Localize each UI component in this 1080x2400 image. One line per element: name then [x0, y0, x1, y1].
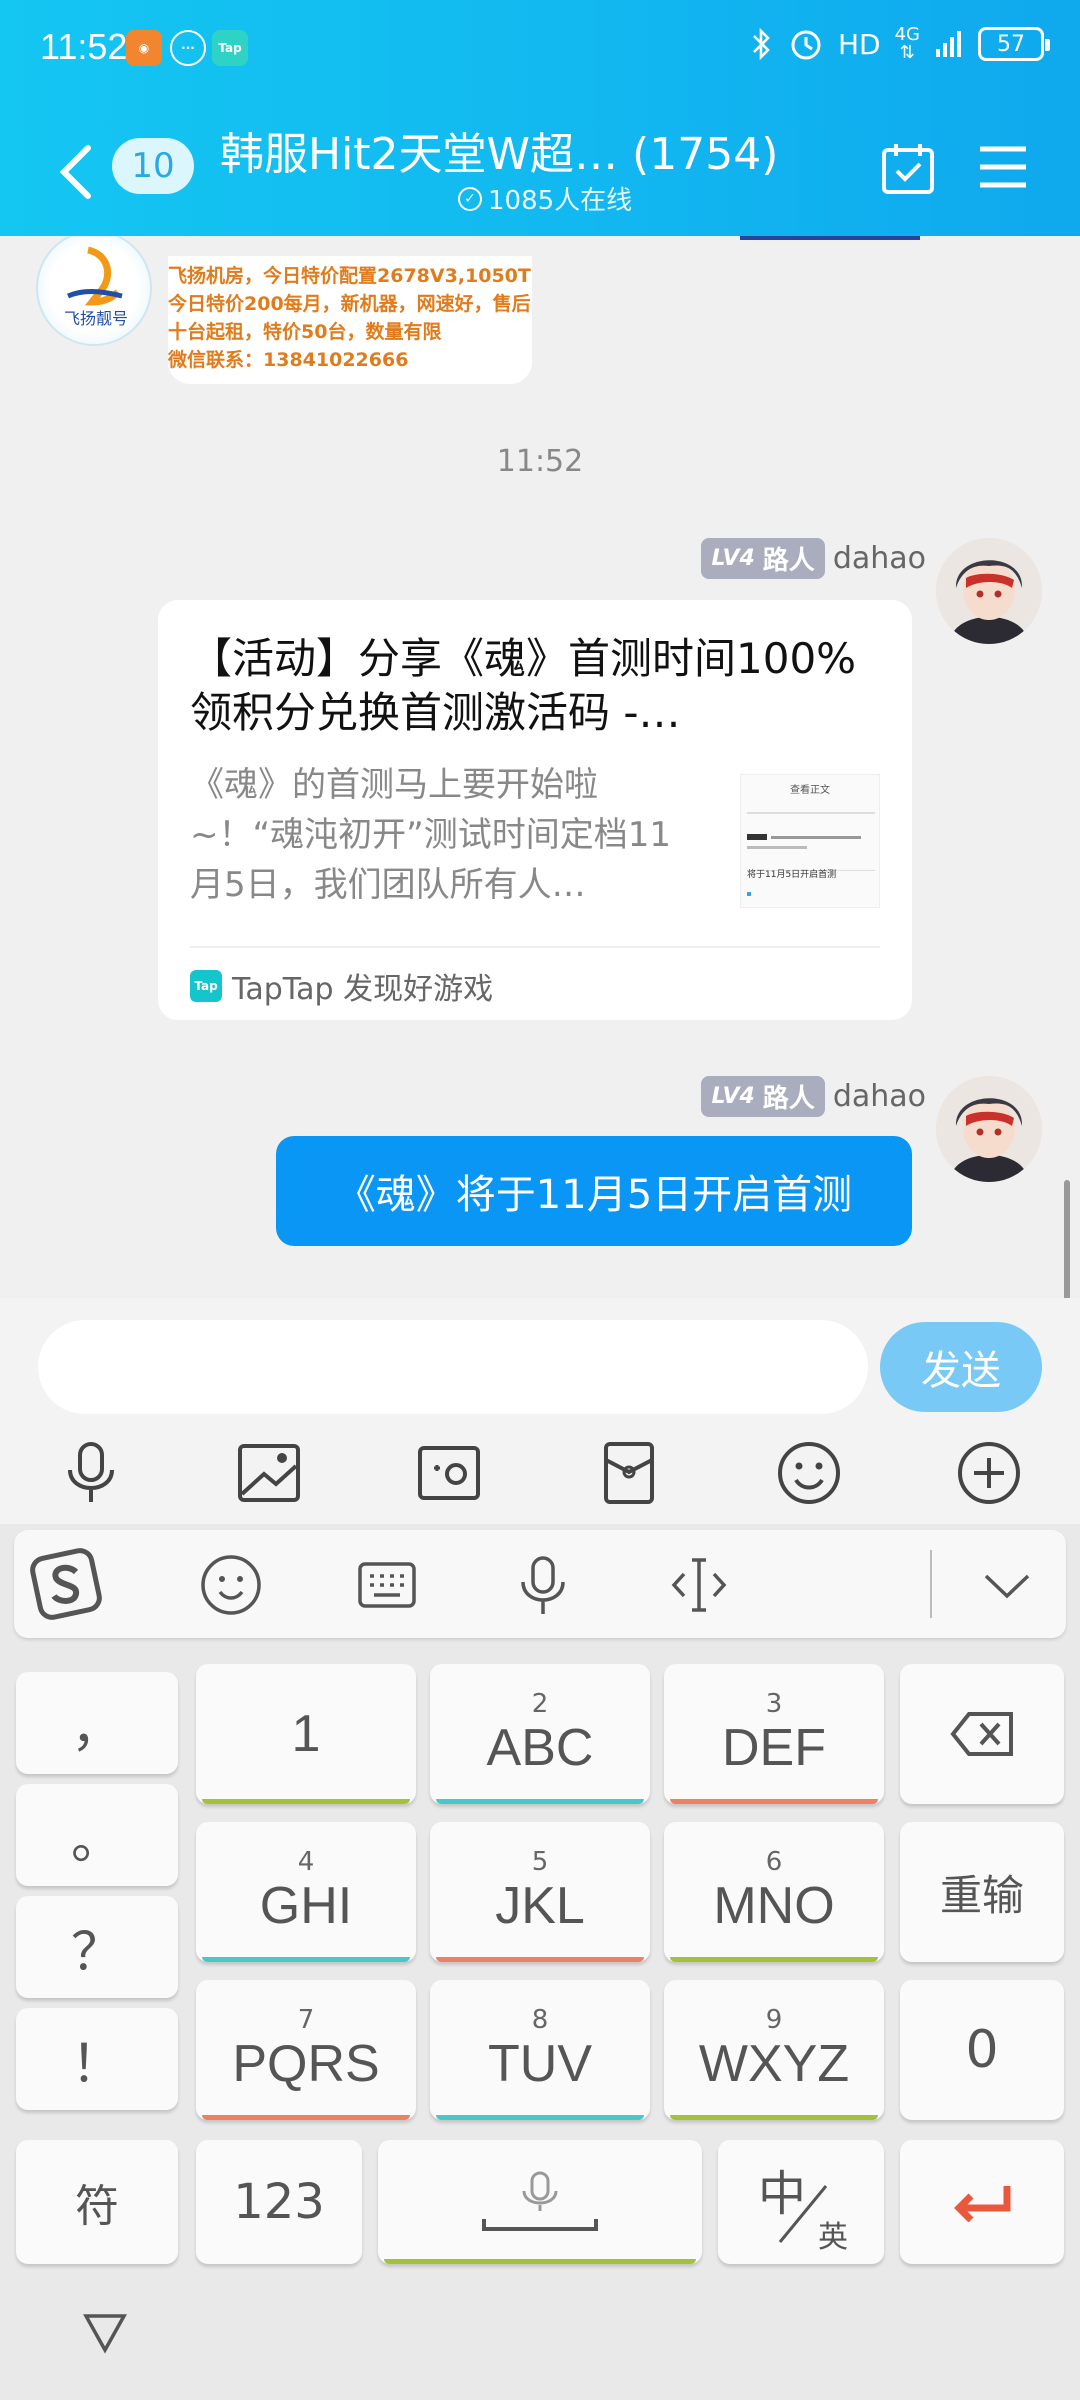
alarm-icon: [791, 30, 821, 60]
card-source: Tap TapTap 发现好游戏: [190, 964, 493, 1008]
key-1[interactable]: 1: [196, 1664, 416, 1804]
cursor-move-icon[interactable]: [666, 1552, 732, 1618]
card-title: 【活动】分享《魂》首测时间100%领积分兑换首测激活码 -…: [190, 634, 857, 737]
enter-icon: [954, 2186, 1011, 2222]
scrollbar[interactable]: [1064, 1180, 1070, 1298]
status-bar: 11:52 ◉ ··· Tap HD 4G ⇅ 57: [0, 0, 1080, 100]
reinput-key[interactable]: 重输: [900, 1822, 1064, 1962]
status-time: 11:52: [40, 26, 128, 67]
level-badge: LV4 路人: [701, 1076, 825, 1117]
logo-icon: 飞扬靓号: [64, 246, 128, 328]
message-bubble[interactable]: 《魂》将于11月5日开启首测: [276, 1136, 912, 1246]
punct-key[interactable]: ！: [16, 2008, 178, 2110]
ad-line: 微信联系：13841022666: [168, 349, 409, 371]
sender-name[interactable]: dahao: [833, 541, 926, 576]
link-preview-card[interactable]: 【活动】分享《魂》首测时间100%领积分兑换首测激活码 -… 《魂》的首测马上要…: [158, 600, 912, 1020]
ad-line: 十台起租，特价50台，数量有限: [168, 321, 442, 343]
key-2[interactable]: 2 ABC: [430, 1664, 650, 1804]
group-title: 韩服Hit2天堂W超… (1754): [220, 129, 779, 180]
key-9[interactable]: 9 WXYZ: [664, 1980, 884, 2120]
battery-icon: 57: [978, 27, 1050, 61]
symbol-key[interactable]: 符: [16, 2140, 178, 2264]
sender-avatar[interactable]: [936, 538, 1042, 644]
signal-icon: [936, 31, 961, 57]
enter-key[interactable]: [900, 2140, 1064, 2264]
chat-bubble-icon: ···: [170, 30, 206, 66]
level-badge: LV4 路人: [701, 538, 825, 579]
card-thumbnail: 查看正文 将于11月5日开启首测: [740, 774, 880, 908]
key-6[interactable]: 6 MNO: [664, 1822, 884, 1962]
check-circle-icon: ✓: [458, 186, 482, 211]
card-divider: [190, 946, 880, 948]
card-description: 《魂》的首测马上要开始啦~！“魂沌初开”测试时间定档11月5日，我们团队所有人…: [190, 765, 671, 905]
microphone-icon[interactable]: [56, 1438, 126, 1508]
menu-icon[interactable]: [978, 144, 1028, 190]
key-7[interactable]: 7 PQRS: [196, 1980, 416, 2120]
message-composer: 发送: [0, 1298, 1080, 1524]
keyboard-hide-icon[interactable]: [80, 2310, 130, 2356]
chevron-down-icon[interactable]: [974, 1552, 1040, 1618]
signal-label: 4G ⇅: [894, 24, 920, 63]
zero-key[interactable]: 0: [900, 1980, 1064, 2120]
back-arrow-icon[interactable]: [52, 142, 102, 202]
status-indicators: HD 4G ⇅ 57: [750, 24, 1050, 63]
nav-bar: 10 韩服Hit2天堂W超… (1754) ✓ 1085人在线: [0, 110, 1080, 236]
chat-messages[interactable]: 飞扬靓号 飞扬机房，今日特价配置2678V3,1050Ti 今日特价200每月，…: [0, 236, 1080, 1298]
smiley-icon[interactable]: [198, 1552, 264, 1618]
backspace-key[interactable]: [900, 1664, 1064, 1804]
chat-header: 11:52 ◉ ··· Tap HD 4G ⇅ 57 10 韩服Hit2天堂W超……: [0, 0, 1080, 236]
ime-keyboard: ， 。 ？ ！ 1 2 ABC 3 DEF 4 GHI 5 JKL 6 MNO 7 PQRS…: [0, 1524, 1080, 2400]
key-3[interactable]: 3 DEF: [664, 1664, 884, 1804]
plus-icon[interactable]: [954, 1438, 1024, 1508]
punct-key[interactable]: ？: [16, 1896, 178, 1998]
emoji-icon[interactable]: [774, 1438, 844, 1508]
key-4[interactable]: 4 GHI: [196, 1822, 416, 1962]
taptap-icon: Tap: [212, 30, 248, 66]
taptap-logo-icon: Tap: [190, 970, 222, 1002]
bluetooth-icon: [753, 27, 770, 61]
ad-line: 飞扬机房，今日特价配置2678V3,1050Ti: [168, 265, 532, 287]
weibo-like-icon: ◉: [126, 30, 162, 66]
microphone-icon[interactable]: [510, 1552, 576, 1618]
backspace-icon: [950, 1712, 1013, 1756]
keyboard-toolbar: [14, 1530, 1066, 1638]
key-8[interactable]: 8 TUV: [430, 1980, 650, 2120]
svg-text:飞扬靓号: 飞扬靓号: [64, 309, 128, 328]
previous-message-strip: [740, 236, 920, 240]
image-icon[interactable]: [234, 1438, 304, 1508]
space-key[interactable]: [378, 2140, 702, 2264]
camera-icon[interactable]: [414, 1438, 484, 1508]
previous-sender-avatar[interactable]: 飞扬靓号: [36, 236, 152, 346]
sender-info: LV4 路人 dahao: [701, 1076, 926, 1117]
unread-count-badge[interactable]: 10: [112, 138, 194, 194]
send-button[interactable]: 发送: [880, 1322, 1042, 1412]
sogou-logo-icon[interactable]: [28, 1546, 104, 1622]
punct-key[interactable]: 。: [16, 1784, 178, 1886]
language-switch-key[interactable]: 中 英: [718, 2140, 884, 2264]
network-label: HD: [837, 27, 881, 61]
voice-space-icon: [482, 2171, 598, 2231]
key-5[interactable]: 5 JKL: [430, 1822, 650, 1962]
keyboard-icon[interactable]: [354, 1552, 420, 1618]
calendar-check-icon[interactable]: [880, 140, 936, 196]
punct-key[interactable]: ，: [16, 1672, 178, 1774]
sender-avatar[interactable]: [936, 1076, 1042, 1182]
message-timestamp: 11:52: [496, 444, 584, 479]
previous-ad-card[interactable]: 飞扬机房，今日特价配置2678V3,1050Ti 今日特价200每月，新机器，网…: [168, 256, 532, 384]
ad-line: 今日特价200每月，新机器，网速好，售后: [168, 293, 531, 315]
sender-info: LV4 路人 dahao: [701, 538, 926, 579]
online-count: ✓ 1085人在线: [458, 180, 632, 217]
toolbar-divider: [930, 1550, 932, 1618]
numeric-key[interactable]: 123: [196, 2140, 362, 2264]
sender-name[interactable]: dahao: [833, 1079, 926, 1114]
red-packet-icon[interactable]: [594, 1438, 664, 1508]
message-input[interactable]: [38, 1320, 868, 1414]
card-source-label: TapTap 发现好游戏: [232, 972, 494, 1007]
